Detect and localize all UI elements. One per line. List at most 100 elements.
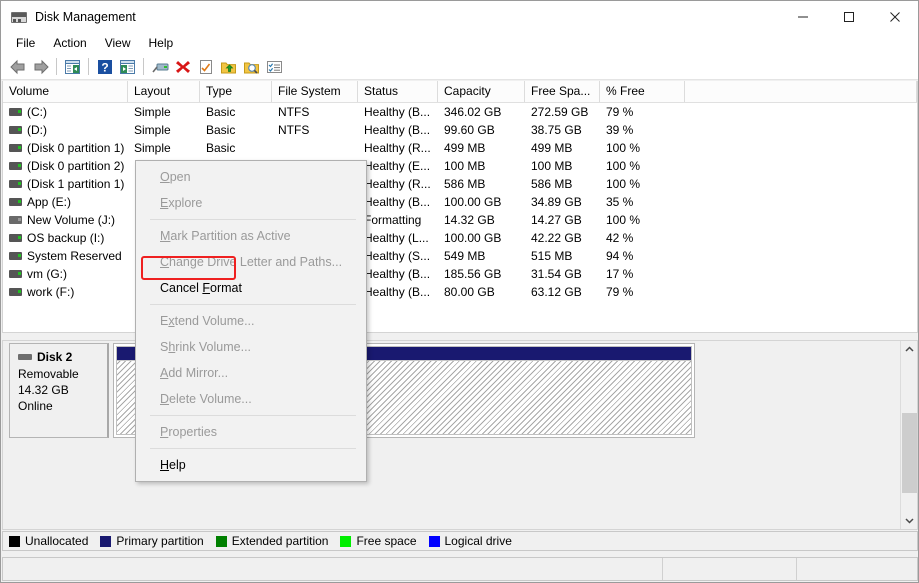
cell-capacity: 100.00 GB xyxy=(444,231,502,245)
create-vhd-icon[interactable] xyxy=(240,56,263,78)
options-icon[interactable] xyxy=(263,56,286,78)
menu-action[interactable]: Action xyxy=(44,34,95,53)
legend-item: Primary partition xyxy=(100,534,204,548)
show-hide-console-tree-icon[interactable] xyxy=(61,56,84,78)
column-header-type[interactable]: Type xyxy=(200,81,272,102)
attach-vhd-icon[interactable] xyxy=(217,56,240,78)
cell-status: Healthy (R... xyxy=(364,177,431,191)
graphical-view-scrollbar[interactable] xyxy=(900,341,917,529)
menu-help[interactable]: Help xyxy=(140,34,183,53)
cell-capacity: 549 MB xyxy=(444,249,486,263)
cell-capacity: 499 MB xyxy=(444,141,486,155)
column-header-status[interactable]: Status xyxy=(358,81,438,102)
cell-percent-free: 17 % xyxy=(606,267,634,281)
cell-free-space: 63.12 GB xyxy=(531,285,582,299)
column-header-file-system[interactable]: File System xyxy=(272,81,358,102)
volume-icon xyxy=(9,270,22,278)
maximize-icon[interactable] xyxy=(826,1,872,33)
disk-media-type: Removable xyxy=(18,367,79,381)
legend-item: Free space xyxy=(340,534,417,548)
column-header-filler xyxy=(685,81,917,102)
cell-capacity: 586 MB xyxy=(444,177,486,191)
menu-item-cancel-format[interactable]: Cancel Format xyxy=(136,275,366,301)
volume-icon xyxy=(9,252,22,260)
column-header-layout[interactable]: Layout xyxy=(128,81,200,102)
legend-item: Extended partition xyxy=(215,534,329,548)
chevron-down-icon[interactable] xyxy=(901,512,917,529)
menu-item-open: Open xyxy=(160,170,191,184)
menu-item-change-drive-letter-and-paths: Change Drive Letter and Paths... xyxy=(160,255,343,269)
back-icon[interactable] xyxy=(6,56,29,78)
menu-item-help[interactable]: Help xyxy=(136,452,366,478)
cell-volume: New Volume (J:) xyxy=(3,211,128,229)
volume-label: vm (G:) xyxy=(27,267,67,281)
scrollbar-thumb[interactable] xyxy=(902,413,917,493)
cell-volume: System Reserved xyxy=(3,247,128,265)
cell-capacity: 100.00 GB xyxy=(444,195,502,209)
cell-free-space: 42.22 GB xyxy=(531,231,582,245)
cell-percent-free: 39 % xyxy=(606,123,634,137)
column-header-volume[interactable]: Volume xyxy=(3,81,128,102)
volume-label: (Disk 0 partition 1) xyxy=(27,141,125,155)
cell-free-space: 515 MB xyxy=(531,249,573,263)
disk-title: Disk 2 xyxy=(18,350,107,364)
menu-view[interactable]: View xyxy=(96,34,140,53)
disk-management-window: Disk Management File Action View Help ? … xyxy=(0,0,919,583)
cell-percent-free: 79 % xyxy=(606,105,634,119)
menu-item-properties: Properties xyxy=(160,425,217,439)
disk-info-panel[interactable]: Disk 2 Removable 14.32 GB Online xyxy=(9,343,109,438)
cell-volume: (Disk 0 partition 1) xyxy=(3,139,128,157)
column-header--free[interactable]: % Free xyxy=(600,81,685,102)
cell-percent-free: 79 % xyxy=(606,285,634,299)
forward-icon[interactable] xyxy=(29,56,52,78)
cell-capacity: 346.02 GB xyxy=(444,105,502,119)
cell-free-space: 272.59 GB xyxy=(531,105,589,119)
cell-volume: work (F:) xyxy=(3,283,128,301)
menu-file[interactable]: File xyxy=(7,34,44,53)
column-header-capacity[interactable]: Capacity xyxy=(438,81,525,102)
volume-label: work (F:) xyxy=(27,285,75,299)
table-row[interactable]: (Disk 0 partition 1) Simple Basic Healthy (… xyxy=(3,139,917,157)
cell-capacity: 14.32 GB xyxy=(444,213,495,227)
volume-context-menu: Open Explore Mark Partition as Active Chang… xyxy=(135,160,367,482)
table-row[interactable]: (D:) Simple Basic NTFS Healthy (B... 99.60 GB… xyxy=(3,121,917,139)
properties-icon[interactable] xyxy=(194,56,217,78)
menu-separator xyxy=(150,415,356,416)
cell-file-system: NTFS xyxy=(278,123,310,137)
volume-icon xyxy=(9,180,22,188)
volume-icon xyxy=(9,216,22,224)
legend-item: Logical drive xyxy=(428,534,512,548)
close-icon[interactable] xyxy=(872,1,918,33)
cell-free-space: 34.89 GB xyxy=(531,195,582,209)
legend-swatch xyxy=(215,535,227,547)
cell-status: Healthy (L... xyxy=(364,231,429,245)
volume-icon xyxy=(9,288,22,296)
cell-free-space: 586 MB xyxy=(531,177,573,191)
menu-separator xyxy=(150,219,356,220)
legend-label: Free space xyxy=(356,534,417,548)
cell-volume: App (E:) xyxy=(3,193,128,211)
cell-free-space: 100 MB xyxy=(531,159,573,173)
cell-status: Healthy (B... xyxy=(364,195,431,209)
delete-icon[interactable] xyxy=(171,56,194,78)
disk-management-icon xyxy=(11,9,27,25)
volume-label: (D:) xyxy=(27,123,47,137)
table-row[interactable]: (C:) Simple Basic NTFS Healthy (B... 346.02 G… xyxy=(3,103,917,121)
column-header-free-spa[interactable]: Free Spa... xyxy=(525,81,600,102)
help-icon[interactable]: ? xyxy=(93,56,116,78)
volume-label: OS backup (I:) xyxy=(27,231,105,245)
menu-item-extend-volume: Extend Volume... xyxy=(160,314,255,328)
disk-name: Disk 2 xyxy=(37,350,73,364)
cell-layout: Simple xyxy=(134,123,171,137)
volume-label: System Reserved xyxy=(27,249,122,263)
menu-separator xyxy=(150,304,356,305)
minimize-icon[interactable] xyxy=(780,1,826,33)
chevron-up-icon[interactable] xyxy=(901,341,917,358)
status-pane-2 xyxy=(662,558,796,580)
status-pane-1 xyxy=(3,558,662,580)
cell-status: Healthy (S... xyxy=(364,249,431,263)
menu-item-delete-volume: Delete Volume... xyxy=(160,392,252,406)
show-hide-action-pane-icon[interactable] xyxy=(116,56,139,78)
legend-label: Extended partition xyxy=(231,534,329,548)
rescan-disks-icon[interactable] xyxy=(148,56,171,78)
